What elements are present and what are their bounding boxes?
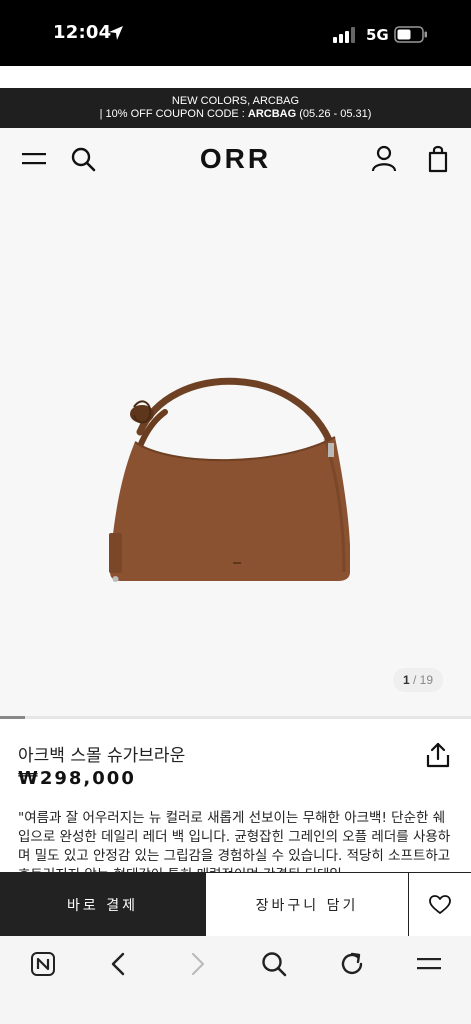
browser-menu-icon[interactable] [415, 950, 443, 978]
user-icon[interactable] [371, 145, 397, 173]
heart-icon [429, 894, 451, 914]
product-info: 아크백 스몰 슈가브라운 ₩298,000 "여름과 잘 어우러지는 뉴 컬러로… [0, 719, 471, 872]
promo-prefix: | 10% OFF COUPON CODE : [99, 108, 248, 120]
product-description: "여름과 잘 어우러지는 뉴 컬러로 새롭게 선보이는 무해한 아크백! 단순한… [18, 810, 451, 872]
product-image[interactable] [100, 367, 350, 587]
promo-code: ARCBAG [247, 108, 297, 120]
bag-icon[interactable] [426, 145, 450, 173]
product-gallery[interactable]: 1 / 19 [0, 192, 471, 716]
browser-toolbar [0, 936, 471, 1024]
promo-line-1: NEW COLORS, ARCBAG [171, 95, 300, 107]
site-header: ORR [0, 128, 471, 192]
page-top-gap [0, 66, 471, 88]
status-bar: 12:04 5G [0, 0, 471, 66]
promo-dates: (05.26 - 05.31) [296, 108, 372, 120]
promo-line-2: | 10% OFF COUPON CODE : ARCBAG (05.26 - … [0, 108, 471, 121]
add-to-cart-button[interactable]: 장바구니 담기 [205, 873, 408, 936]
counter-current: 1 [402, 673, 410, 687]
site-logo[interactable]: ORR [0, 143, 471, 175]
buy-now-button[interactable]: 바로 결제 [0, 873, 205, 936]
product-name: 아크백 스몰 슈가브라운 [18, 746, 186, 766]
purchase-bar: 바로 결제 장바구니 담기 [0, 872, 471, 936]
location-arrow-icon [109, 26, 123, 40]
counter-separator: / [409, 673, 420, 687]
share-icon[interactable] [425, 741, 451, 769]
forward-icon [191, 952, 205, 976]
image-counter: 1 / 19 [392, 668, 443, 692]
browser-search-icon[interactable] [260, 950, 288, 978]
naver-icon[interactable] [29, 950, 57, 978]
network-label: 5G [366, 26, 389, 44]
wishlist-button[interactable] [408, 873, 471, 936]
counter-total: 19 [419, 673, 433, 687]
back-icon[interactable] [105, 950, 133, 978]
signal-icon [333, 27, 355, 43]
status-time: 12:04 [53, 22, 112, 43]
refresh-icon[interactable] [338, 950, 366, 978]
battery-icon [394, 26, 427, 43]
product-price: ₩298,000 [18, 768, 136, 789]
promo-banner[interactable]: NEW COLORS, ARCBAG | 10% OFF COUPON CODE… [0, 88, 471, 128]
